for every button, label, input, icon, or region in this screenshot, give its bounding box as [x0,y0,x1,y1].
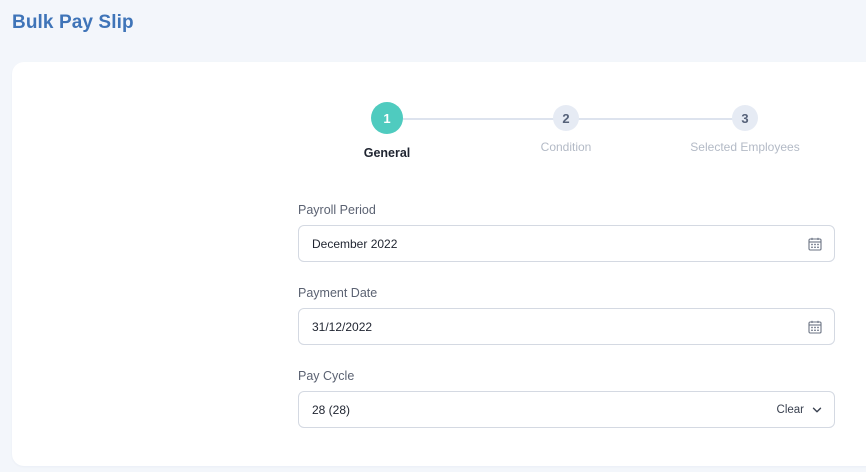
chevron-down-icon[interactable] [812,405,822,415]
step-3-label[interactable]: Selected Employees [690,140,799,154]
page-title: Bulk Pay Slip [12,12,134,33]
step-1-label[interactable]: General [364,146,411,160]
pay-cycle-label: Pay Cycle [298,369,355,383]
payment-date-field[interactable]: 31/12/2022 [298,308,835,345]
step-3-indicator[interactable]: 3 [732,105,758,131]
step-2-indicator[interactable]: 2 [553,105,579,131]
pay-cycle-select[interactable]: 28 (28) Clear [298,391,835,428]
calendar-icon[interactable] [808,320,822,334]
payment-date-label: Payment Date [298,286,378,300]
payroll-period-label: Payroll Period [298,203,376,217]
step-connector-1 [387,118,565,120]
step-1-indicator[interactable]: 1 [371,102,403,134]
stepper: 1 2 3 General Condition Selected Employe… [12,62,866,172]
payroll-period-value: December 2022 [312,236,398,251]
step-connector-2 [566,118,744,120]
pay-cycle-value: 28 (28) [312,402,351,417]
step-2-label[interactable]: Condition [541,140,592,154]
payment-date-value: 31/12/2022 [312,319,373,334]
payroll-period-field[interactable]: December 2022 [298,225,835,262]
clear-button[interactable]: Clear [777,404,804,416]
calendar-icon[interactable] [808,237,822,251]
form-card: 1 2 3 General Condition Selected Employe… [12,62,866,466]
